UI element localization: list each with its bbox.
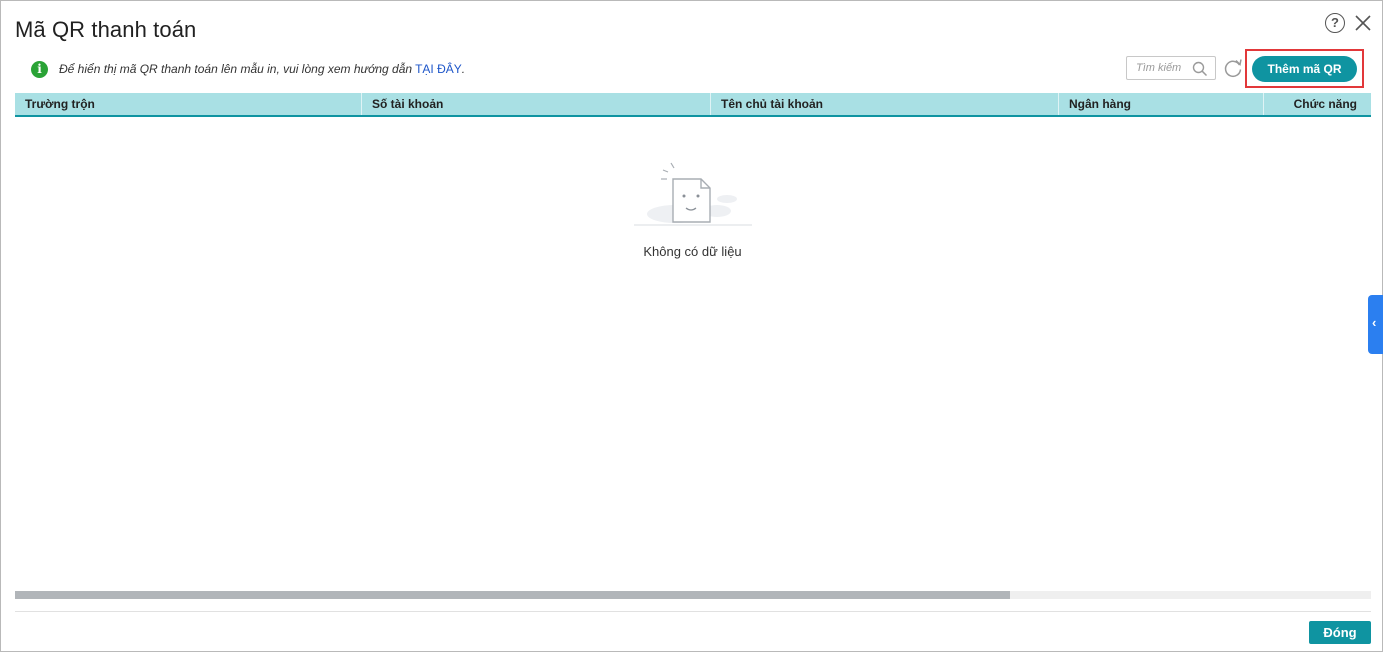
column-header-actions: Chức năng xyxy=(1293,97,1357,111)
qr-payment-dialog: Mã QR thanh toán ? i Để hiển thị mã QR t… xyxy=(0,0,1383,652)
column-header-bank[interactable]: Ngân hàng xyxy=(1059,93,1264,115)
add-qr-button[interactable]: Thêm mã QR xyxy=(1252,56,1357,82)
column-header-merge-field[interactable]: Trường trộn xyxy=(15,93,362,115)
qr-print-notice: i Để hiển thị mã QR thanh toán lên mẫu i… xyxy=(31,60,465,78)
info-icon: i xyxy=(31,60,48,78)
empty-state-text: Không có dữ liệu xyxy=(643,244,742,259)
notice-suffix: . xyxy=(461,62,466,76)
close-button[interactable]: Đóng xyxy=(1309,621,1371,644)
column-header-account-holder[interactable]: Tên chủ tài khoản xyxy=(711,93,1059,115)
close-icon[interactable] xyxy=(1353,13,1373,33)
horizontal-scrollbar[interactable] xyxy=(15,591,1371,599)
search-icon[interactable] xyxy=(1191,60,1209,78)
side-panel-toggle[interactable]: ‹ xyxy=(1368,295,1383,354)
dialog-title: Mã QR thanh toán xyxy=(15,17,197,42)
table-header: Trường trộn Số tài khoản Tên chủ tài kho… xyxy=(15,93,1371,117)
notice-text: Để hiển thị mã QR thanh toán lên mẫu in,… xyxy=(59,62,413,76)
chevron-left-icon: ‹ xyxy=(1372,315,1377,330)
column-header-account-number[interactable]: Số tài khoản xyxy=(362,93,711,115)
search-input[interactable] xyxy=(1127,57,1191,79)
guide-link[interactable]: TẠI ĐÂY xyxy=(415,62,462,76)
search-box xyxy=(1126,56,1216,80)
question-mark-icon[interactable]: ? xyxy=(1325,13,1345,33)
footer-divider xyxy=(15,611,1371,612)
scrollbar-thumb[interactable] xyxy=(15,591,1010,599)
refresh-icon[interactable] xyxy=(1222,57,1244,79)
